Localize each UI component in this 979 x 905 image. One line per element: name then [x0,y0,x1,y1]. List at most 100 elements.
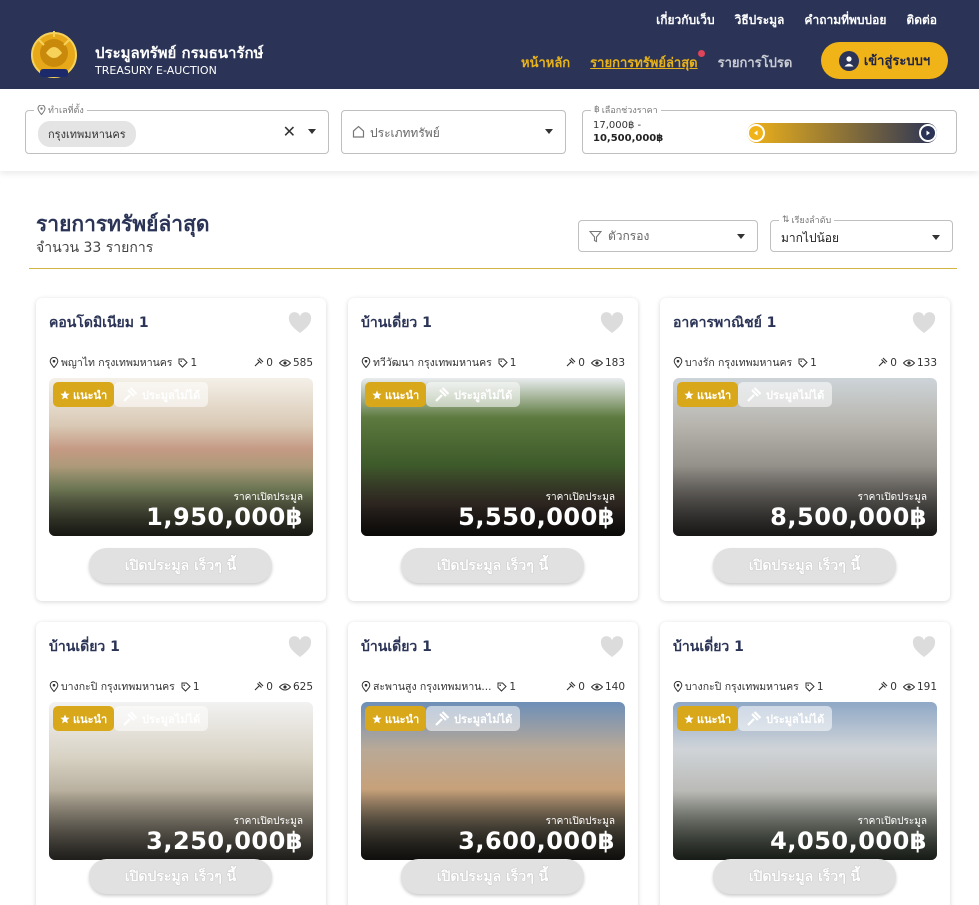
tag-icon [498,358,508,368]
recommended-badge: แนะนำ [677,382,739,407]
coming-soon-button[interactable]: เปิดประมูล เร็วๆ นี้ [713,859,896,894]
star-icon [684,390,694,399]
map-pin-icon [673,681,683,692]
biddable-badge: ประมูลไม่ได้ [114,382,209,407]
heart-icon[interactable] [912,312,936,334]
heart-icon[interactable] [288,312,312,334]
gavel-icon [566,681,576,691]
heart-icon[interactable] [600,636,624,658]
tag-icon [798,358,808,368]
biddable-label: ประมูลไม่ได้ [766,712,825,726]
listing-tag-count: 1 [509,680,517,693]
coming-soon-button[interactable]: เปิดประมูล เร็วๆ นี้ [89,548,272,583]
tag-icon [497,682,508,692]
clear-icon[interactable]: ✕ [283,122,296,141]
listing-bid-count: 0 [890,356,897,369]
opening-price: 4,050,000฿ [770,827,927,855]
listing-title[interactable]: บ้านเดี่ยว 1 [361,636,432,658]
house-icon [352,125,365,138]
listing-photo[interactable]: แนะนำ ประมูลไม่ได้ ราคาเปิดประมูล 3,250,000… [49,702,313,860]
heart-icon[interactable] [288,636,312,658]
location-select[interactable]: ทำเลที่ตั้ง กรุงเทพมหานคร ✕ [25,103,329,154]
hammer-icon [747,710,762,726]
link-about[interactable]: เกี่ยวกับเว็บ [656,11,714,30]
gavel-icon [878,681,888,691]
listing-card[interactable]: คอนโดมิเนียม 1 พญาไท กรุงเทพมหานคร 1 0 585 แน… [36,298,326,601]
filter-button[interactable]: ตัวกรอง [578,220,758,252]
listing-view-count: 133 [916,356,937,369]
listing-photo[interactable]: แนะนำ ประมูลไม่ได้ ราคาเปิดประมูล 4,050,000… [673,702,937,860]
recommended-badge: แนะนำ [53,706,115,731]
link-contact[interactable]: ติดต่อ [906,11,937,30]
listing-card[interactable]: อาคารพาณิชย์ 1 บางรัก กรุงเทพมหานคร 1 0 133 แ… [660,298,950,601]
listing-title[interactable]: บ้านเดี่ยว 1 [49,636,120,658]
treasury-logo-icon[interactable] [28,29,80,81]
nav-latest-listings[interactable]: รายการทรัพย์ล่าสุด [590,50,705,73]
listing-title[interactable]: บ้านเดี่ยว 1 [673,636,744,658]
listing-title[interactable]: คอนโดมิเนียม 1 [49,312,149,334]
sort-value: มากไปน้อย [781,231,840,245]
listing-title[interactable]: บ้านเดี่ยว 1 [361,312,432,334]
coming-soon-button[interactable]: เปิดประมูล เร็วๆ นี้ [713,548,896,583]
heart-icon[interactable] [600,312,624,334]
listing-card[interactable]: บ้านเดี่ยว 1 บางกะปิ กรุงเทพมหานคร 1 0 191 แน… [660,622,950,905]
listing-location: สะพานสูง กรุงเทพมหาน... [373,681,492,693]
nav-favorites[interactable]: รายการโปรด [718,52,793,73]
price-legend-label: เลือกช่วงราคา [601,106,658,116]
location-chip[interactable]: กรุงเทพมหานคร [38,121,136,147]
link-faq[interactable]: คำถามที่พบบ่อย [804,11,886,30]
listing-bid-count: 0 [578,680,585,693]
listing-photo[interactable]: แนะนำ ประมูลไม่ได้ ราคาเปิดประมูล 5,550,000… [361,378,625,536]
listing-photo[interactable]: แนะนำ ประมูลไม่ได้ ราคาเปิดประมูล 8,500,000… [673,378,937,536]
listing-meta: พญาไท กรุงเทพมหานคร 1 0 585 [49,354,313,371]
listing-tag-count: 1 [810,356,817,369]
tag-icon [805,682,815,692]
login-button[interactable]: เข้าสู่ระบบฯ [821,42,948,79]
eye-icon [902,683,915,690]
chevron-down-icon[interactable] [545,129,553,134]
filter-label: ตัวกรอง [608,228,650,243]
listing-card[interactable]: บ้านเดี่ยว 1 บางกะปิ กรุงเทพมหานคร 1 0 625 แน… [36,622,326,905]
listing-card[interactable]: บ้านเดี่ยว 1 สะพานสูง กรุงเทพมหาน... 1 0 140… [348,622,638,905]
listing-photo[interactable]: แนะนำ ประมูลไม่ได้ ราคาเปิดประมูล 3,600,000… [361,702,625,860]
slider-handle-min[interactable] [747,124,765,142]
star-icon [372,714,382,723]
coming-soon-button[interactable]: เปิดประมูล เร็วๆ นี้ [401,548,584,583]
listing-location: บางรัก กรุงเทพมหานคร [685,357,793,369]
listing-location: บางกะปิ กรุงเทพมหานคร [61,681,175,693]
listing-meta: ทวีวัฒนา กรุงเทพมหานคร 1 0 183 [361,354,625,371]
sort-legend-label: เรียงลำดับ [791,216,832,226]
gavel-icon [566,357,576,367]
price-slider[interactable] [747,123,937,143]
heart-icon[interactable] [912,636,936,658]
link-how-to-bid[interactable]: วิธีประมูล [735,11,785,30]
property-type-select[interactable]: ประเภททรัพย์ [341,110,566,154]
slider-handle-max[interactable] [919,124,937,142]
map-pin-icon [37,105,46,115]
recommended-label: แนะนำ [697,388,732,402]
nav-home[interactable]: หน้าหลัก [521,52,570,73]
map-pin-icon [673,357,683,368]
listing-card[interactable]: บ้านเดี่ยว 1 ทวีวัฒนา กรุงเทพมหานคร 1 0 183 แ… [348,298,638,601]
coming-soon-button[interactable]: เปิดประมูล เร็วๆ นี้ [401,859,584,894]
sort-select[interactable]: ⇅ เรียงลำดับ มากไปน้อย [770,213,953,252]
listing-photo[interactable]: แนะนำ ประมูลไม่ได้ ราคาเปิดประมูล 1,950,000… [49,378,313,536]
listing-title[interactable]: อาคารพาณิชย์ 1 [673,312,776,334]
listing-tag-count: 1 [192,680,200,693]
login-label: เข้าสู่ระบบฯ [863,54,931,69]
brand-title-en: TREASURY E-AUCTION [95,64,217,77]
biddable-badge: ประมูลไม่ได้ [738,706,833,731]
opening-price: 3,600,000฿ [458,827,615,855]
coming-soon-button[interactable]: เปิดประมูล เร็วๆ นี้ [89,859,272,894]
baht-icon: ฿ [594,105,600,115]
listing-tag-count: 1 [190,356,198,369]
gavel-icon [254,681,264,691]
chevron-down-icon[interactable] [308,129,316,134]
nav-latest-label: รายการทรัพย์ล่าสุด [590,56,698,71]
recommended-label: แนะนำ [385,712,420,726]
biddable-badge: ประมูลไม่ได้ [114,706,209,731]
listing-view-count: 140 [604,680,625,693]
listing-meta: บางกะปิ กรุงเทพมหานคร 1 0 625 [49,678,313,695]
listing-view-count: 191 [916,680,937,693]
biddable-label: ประมูลไม่ได้ [454,712,513,726]
